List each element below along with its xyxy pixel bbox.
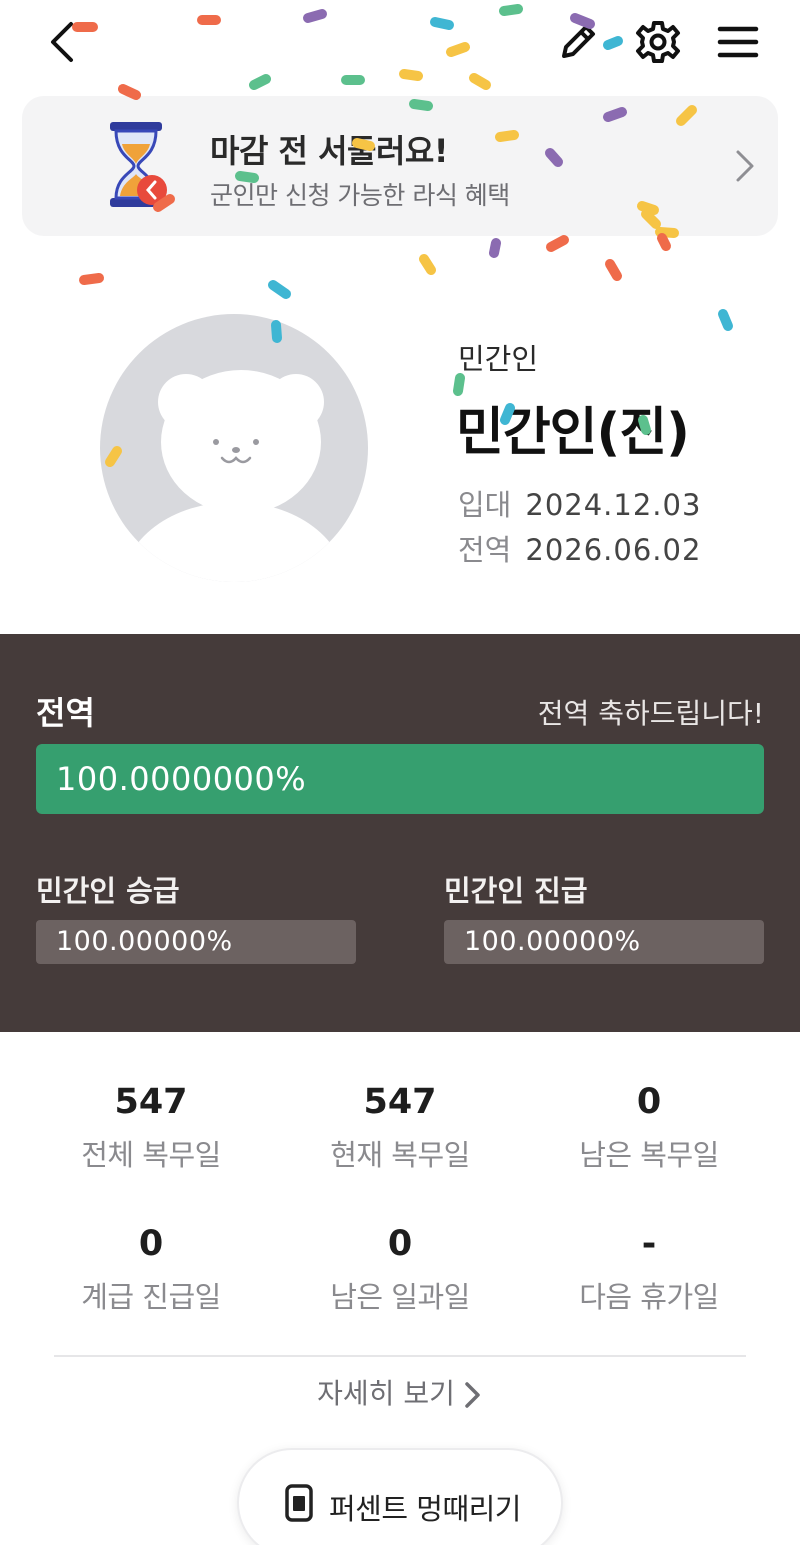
chevron-right-icon bbox=[465, 1382, 480, 1408]
stat-label: 전체 복무일 bbox=[81, 1138, 221, 1172]
discharge-label: 전역 bbox=[458, 533, 512, 567]
divider bbox=[54, 1355, 746, 1357]
enlist-label: 입대 bbox=[458, 488, 512, 522]
back-button[interactable] bbox=[34, 14, 90, 70]
discharge-progress-bar: 100.0000000% bbox=[36, 744, 764, 814]
banner-subtitle: 군인만 신청 가능한 라식 혜택 bbox=[210, 181, 510, 210]
hamburger-icon bbox=[717, 26, 759, 58]
percent-zoneout-label: 퍼센트 멍때리기 bbox=[329, 1492, 521, 1526]
progress-message: 전역 축하드립니다! bbox=[537, 697, 764, 730]
promotion-progress-bar: 100.00000% bbox=[36, 920, 356, 964]
stat-value: 547 bbox=[114, 1082, 188, 1122]
discharge-date: 2026.06.02 bbox=[525, 533, 702, 567]
stat-value: - bbox=[641, 1224, 657, 1264]
gear-icon bbox=[636, 21, 680, 63]
enlist-row: 입대 2024.12.03 bbox=[458, 482, 701, 524]
stat-remaining-days: 0 남은 복무일 bbox=[524, 1082, 774, 1174]
top-bar bbox=[0, 0, 800, 88]
advance-label: 민간인 진급 bbox=[444, 874, 588, 908]
stat-remaining-workdays: 0 남은 일과일 bbox=[275, 1224, 525, 1316]
avatar[interactable] bbox=[100, 314, 368, 582]
discharge-progress-text: 100.0000000% bbox=[56, 760, 307, 798]
stat-label: 남은 복무일 bbox=[579, 1138, 719, 1172]
stat-total-days: 547 전체 복무일 bbox=[26, 1082, 276, 1174]
stat-label: 다음 휴가일 bbox=[579, 1280, 719, 1314]
stat-label: 남은 일과일 bbox=[330, 1280, 470, 1314]
confetti-piece bbox=[419, 254, 436, 275]
stat-label: 현재 복무일 bbox=[330, 1138, 470, 1172]
percent-zoneout-button[interactable]: 퍼센트 멍때리기 bbox=[237, 1448, 563, 1545]
promotion-label: 민간인 승급 bbox=[36, 874, 180, 908]
settings-button[interactable] bbox=[630, 14, 686, 70]
banner-title: 마감 전 서둘러요! bbox=[210, 132, 448, 170]
enlist-date: 2024.12.03 bbox=[525, 488, 702, 522]
stat-next-leave: - 다음 휴가일 bbox=[524, 1224, 774, 1316]
chevron-left-icon bbox=[51, 22, 73, 62]
stat-rank-promotion: 0 계급 진급일 bbox=[26, 1224, 276, 1316]
hourglass-icon bbox=[110, 122, 167, 207]
stat-current-days: 547 현재 복무일 bbox=[275, 1082, 525, 1174]
confetti-piece bbox=[657, 233, 671, 251]
chevron-right-icon bbox=[736, 150, 754, 182]
confetti-piece bbox=[546, 235, 569, 252]
phone-icon bbox=[285, 1484, 313, 1522]
pencil-icon bbox=[562, 25, 595, 58]
promotion-progress-text: 100.00000% bbox=[56, 926, 233, 957]
stat-value: 547 bbox=[363, 1082, 437, 1122]
stat-value: 0 bbox=[387, 1224, 413, 1264]
advance-progress-text: 100.00000% bbox=[464, 926, 641, 957]
profile-subtitle: 민간인 bbox=[458, 342, 539, 376]
stat-label: 계급 진급일 bbox=[81, 1280, 221, 1314]
see-more-link[interactable]: 자세히 보기 bbox=[0, 1372, 800, 1412]
profile-name: 민간인(진) bbox=[456, 403, 690, 463]
confetti-piece bbox=[79, 273, 104, 285]
see-more-label: 자세히 보기 bbox=[317, 1377, 455, 1410]
bear-avatar-icon bbox=[122, 370, 346, 582]
stat-value: 0 bbox=[138, 1224, 164, 1264]
discharge-row: 전역 2026.06.02 bbox=[458, 527, 701, 569]
edit-button[interactable] bbox=[550, 14, 606, 70]
confetti-piece bbox=[489, 238, 501, 258]
promo-banner[interactable]: 마감 전 서둘러요! 군인만 신청 가능한 라식 혜택 bbox=[22, 96, 778, 236]
menu-button[interactable] bbox=[710, 14, 766, 70]
confetti-piece bbox=[605, 259, 622, 281]
stat-value: 0 bbox=[636, 1082, 662, 1122]
confetti-piece bbox=[118, 84, 141, 100]
advance-progress-bar: 100.00000% bbox=[444, 920, 764, 964]
confetti-piece bbox=[268, 280, 291, 299]
progress-title: 전역 bbox=[36, 694, 95, 732]
progress-panel: 전역 전역 축하드립니다! 100.0000000% 민간인 승급 민간인 진급… bbox=[0, 634, 800, 1032]
confetti-piece bbox=[718, 309, 733, 331]
